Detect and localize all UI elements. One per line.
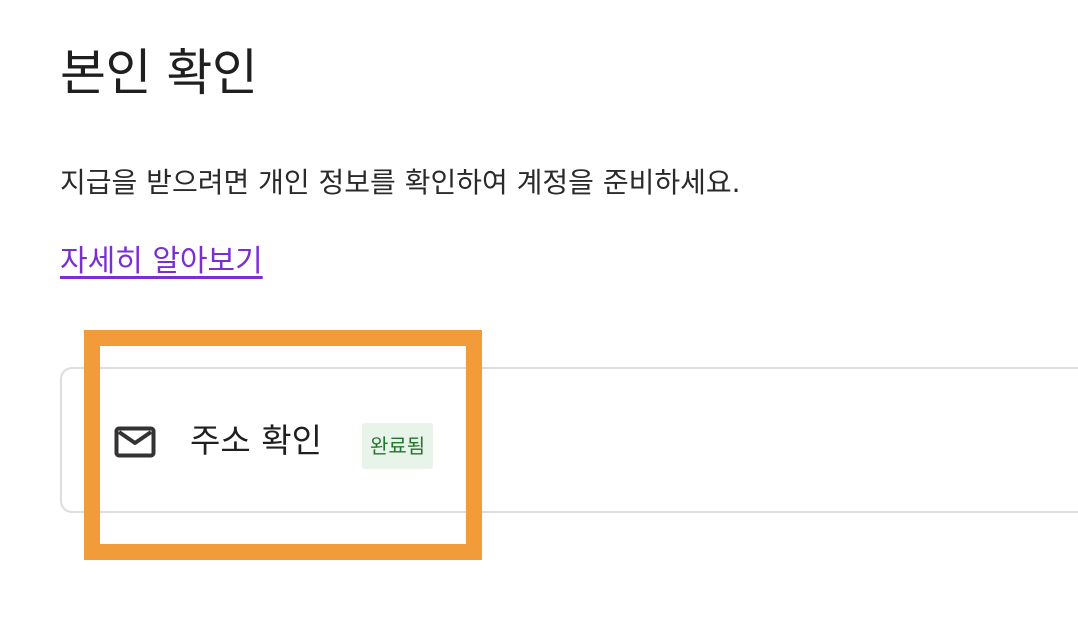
identity-verification-page: 본인 확인 지급을 받으려면 개인 정보를 확인하여 계정을 준비하세요. 자세… (0, 0, 1078, 640)
address-verification-card[interactable]: 주소 확인 완료됨 (60, 367, 1078, 513)
page-title: 본인 확인 (60, 44, 258, 102)
status-badge: 완료됨 (362, 423, 434, 469)
envelope-icon (114, 426, 156, 458)
learn-more-link[interactable]: 자세히 알아보기 (60, 242, 263, 282)
address-verification-label: 주소 확인 (190, 421, 322, 460)
page-description: 지급을 받으려면 개인 정보를 확인하여 계정을 준비하세요. (60, 166, 741, 199)
